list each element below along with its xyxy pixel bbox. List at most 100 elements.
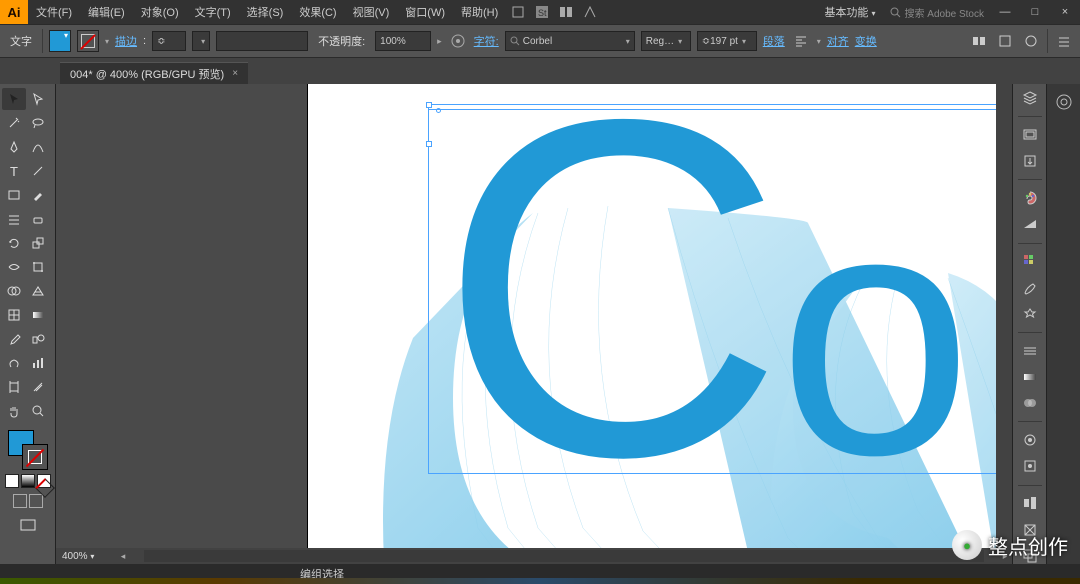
- opacity-field[interactable]: 100%: [375, 31, 431, 51]
- scroll-track[interactable]: [144, 550, 984, 562]
- ctrlbar-menu-icon[interactable]: [1054, 31, 1074, 51]
- window-minimize[interactable]: —: [990, 6, 1020, 18]
- font-style-field[interactable]: Reg…▾: [641, 31, 691, 51]
- selection-tool[interactable]: [2, 88, 26, 110]
- fill-stroke-control[interactable]: [8, 430, 48, 470]
- symbols-icon[interactable]: [1018, 306, 1042, 322]
- direct-select-tool[interactable]: [26, 88, 50, 110]
- column-graph-tool[interactable]: [26, 352, 50, 374]
- curvature-tool[interactable]: [26, 136, 50, 158]
- recolor-icon[interactable]: [448, 31, 468, 51]
- hand-tool[interactable]: [2, 400, 26, 422]
- menu-object[interactable]: 对象(O): [133, 4, 187, 20]
- isolate-icon[interactable]: [969, 31, 989, 51]
- window-close[interactable]: ×: [1050, 6, 1080, 18]
- font-family-field[interactable]: Corbel▾: [505, 31, 635, 51]
- menu-select[interactable]: 选择(S): [239, 4, 292, 20]
- color-guide-icon[interactable]: [1018, 216, 1042, 232]
- stroke-swatch[interactable]: [77, 30, 99, 52]
- transparency-icon[interactable]: [1018, 395, 1042, 411]
- zoom-tool[interactable]: [26, 400, 50, 422]
- width-tool[interactable]: [2, 256, 26, 278]
- document-tab[interactable]: 004* @ 400% (RGB/GPU 预览) ×: [60, 62, 248, 84]
- stock-search[interactable]: 搜索 Adobe Stock: [884, 5, 990, 20]
- brushes-icon[interactable]: [1018, 280, 1042, 296]
- selection-handle[interactable]: [426, 102, 432, 108]
- stroke-panel-icon[interactable]: [1018, 343, 1042, 359]
- paragraph-align-icon[interactable]: [791, 31, 811, 51]
- menu-file[interactable]: 文件(F): [28, 4, 80, 20]
- rotate-tool[interactable]: [2, 232, 26, 254]
- font-size-field[interactable]: ≎ 197 pt▾: [697, 31, 757, 51]
- document-tab-close[interactable]: ×: [232, 68, 238, 79]
- layers-icon[interactable]: [1018, 90, 1042, 106]
- stroke-profile[interactable]: ▾: [192, 31, 210, 51]
- edit-clip-icon[interactable]: [995, 31, 1015, 51]
- canvas-area[interactable]: C o I 400% ▾ ◂ ▸: [56, 84, 1012, 564]
- artboards-icon[interactable]: [1018, 127, 1042, 143]
- selection-handle[interactable]: [426, 141, 432, 147]
- workspace-switcher[interactable]: 基本功能 ▾: [816, 4, 883, 20]
- lasso-tool[interactable]: [26, 112, 50, 134]
- menu-window[interactable]: 窗口(W): [397, 4, 453, 20]
- stock-icon[interactable]: St: [532, 2, 552, 22]
- scale-tool[interactable]: [26, 232, 50, 254]
- eraser-tool[interactable]: [26, 208, 50, 230]
- window-maximize[interactable]: □: [1020, 6, 1050, 18]
- menu-help[interactable]: 帮助(H): [453, 4, 506, 20]
- fill-swatch[interactable]: ▾: [49, 30, 71, 52]
- shape-builder-tool[interactable]: [2, 280, 26, 302]
- screen-mode-button[interactable]: [16, 514, 40, 536]
- perspective-tool[interactable]: [26, 280, 50, 302]
- eyedropper-tool[interactable]: [2, 328, 26, 350]
- color-mode-gradient[interactable]: [21, 474, 35, 488]
- gradient-panel-icon[interactable]: [1018, 369, 1042, 385]
- appearance-icon[interactable]: [1018, 432, 1042, 448]
- color-mode-none[interactable]: [37, 474, 51, 488]
- slice-tool[interactable]: [26, 376, 50, 398]
- shaper-tool[interactable]: [2, 208, 26, 230]
- gpu-icon[interactable]: [580, 2, 600, 22]
- menu-edit[interactable]: 编辑(E): [80, 4, 133, 20]
- scroll-left-arrow[interactable]: ◂: [116, 549, 130, 563]
- brush-definition[interactable]: [216, 31, 308, 51]
- scrollbar-vertical[interactable]: [996, 84, 1012, 548]
- stroke-weight-field[interactable]: ≎: [152, 31, 186, 51]
- color-mode-normal[interactable]: [5, 474, 19, 488]
- graphic-styles-icon[interactable]: [1018, 458, 1042, 474]
- bridge-icon[interactable]: [508, 2, 528, 22]
- color-icon[interactable]: [1018, 190, 1042, 206]
- menu-view[interactable]: 视图(V): [345, 4, 398, 20]
- line-tool[interactable]: [26, 160, 50, 182]
- pen-tool[interactable]: [2, 136, 26, 158]
- edit-content-icon[interactable]: [1021, 31, 1041, 51]
- align-link[interactable]: 对齐: [827, 33, 849, 49]
- menu-effect[interactable]: 效果(C): [291, 4, 344, 20]
- align-icon[interactable]: [1018, 495, 1042, 511]
- gradient-tool[interactable]: [26, 304, 50, 326]
- arrange-icon[interactable]: [556, 2, 576, 22]
- artboard: C o I: [308, 84, 1012, 564]
- blend-tool[interactable]: [26, 328, 50, 350]
- anchor-point[interactable]: [436, 108, 441, 113]
- artboard-tool[interactable]: [2, 376, 26, 398]
- character-link[interactable]: 字符:: [474, 33, 499, 49]
- type-tool[interactable]: T: [2, 160, 26, 182]
- swatches-icon[interactable]: [1018, 253, 1042, 269]
- libraries-icon[interactable]: [1052, 90, 1076, 114]
- status-mode: 编组选择: [300, 566, 344, 582]
- asset-export-icon[interactable]: [1018, 153, 1042, 169]
- transform-link[interactable]: 变换: [855, 33, 877, 49]
- brush-tool[interactable]: [26, 184, 50, 206]
- free-transform-tool[interactable]: [26, 256, 50, 278]
- zoom-field[interactable]: 400% ▾: [56, 551, 116, 562]
- stroke-link[interactable]: 描边: [115, 33, 137, 49]
- paragraph-link[interactable]: 段落: [763, 33, 785, 49]
- draw-normal[interactable]: [13, 494, 27, 508]
- draw-behind[interactable]: [29, 494, 43, 508]
- magic-wand-tool[interactable]: [2, 112, 26, 134]
- rectangle-tool[interactable]: [2, 184, 26, 206]
- mesh-tool[interactable]: [2, 304, 26, 326]
- menu-type[interactable]: 文字(T): [187, 4, 239, 20]
- symbol-tool[interactable]: [2, 352, 26, 374]
